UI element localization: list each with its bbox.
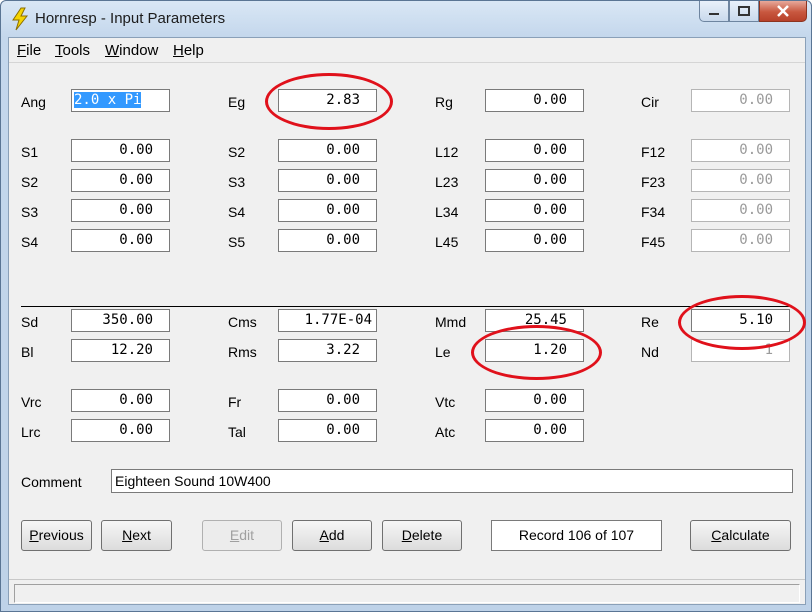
minimize-icon (709, 13, 719, 15)
sd-field[interactable]: 350.00 (71, 309, 170, 332)
window-title: Hornresp - Input Parameters (35, 10, 226, 27)
comment-field[interactable]: Eighteen Sound 10W400 (111, 469, 793, 493)
window-controls (699, 1, 807, 23)
l45-field[interactable]: 0.00 (485, 229, 584, 252)
s1-field[interactable]: 0.00 (71, 139, 170, 162)
ang-field[interactable]: 2.0 x Pi (71, 89, 170, 112)
status-bar (9, 579, 805, 604)
close-button[interactable] (759, 1, 807, 22)
f23-field: 0.00 (691, 169, 790, 192)
label-lrc: Lrc (21, 424, 41, 440)
main-window: Hornresp - Input Parameters File Tools W… (0, 0, 812, 612)
f34-field: 0.00 (691, 199, 790, 222)
l12-field[interactable]: 0.00 (485, 139, 584, 162)
highlight-circle-eg (265, 73, 393, 130)
label-l34: L34 (435, 204, 459, 220)
label-ang: Ang (21, 94, 46, 110)
menu-bar: File Tools Window Help (9, 38, 805, 62)
s3-col2-field[interactable]: 0.00 (278, 169, 377, 192)
label-re: Re (641, 314, 659, 330)
section-divider (21, 306, 793, 307)
maximize-button[interactable] (729, 1, 759, 22)
s4-field[interactable]: 0.00 (71, 229, 170, 252)
vtc-field[interactable]: 0.00 (485, 389, 584, 412)
label-f12: F12 (641, 144, 666, 160)
previous-button[interactable]: Previous (21, 520, 92, 551)
label-s3-col2: S3 (228, 174, 246, 190)
minimize-button[interactable] (699, 1, 729, 22)
add-button[interactable]: Add (292, 520, 372, 551)
label-s2: S2 (21, 174, 39, 190)
label-s4-col2: S4 (228, 204, 246, 220)
label-f23: F23 (641, 174, 666, 190)
label-cir: Cir (641, 94, 659, 110)
label-sd: Sd (21, 314, 39, 330)
menu-file[interactable]: File (17, 42, 41, 59)
label-le: Le (435, 344, 451, 360)
label-f34: F34 (641, 204, 666, 220)
cms-field[interactable]: 1.77E-04 (278, 309, 377, 332)
atc-field[interactable]: 0.00 (485, 419, 584, 442)
next-button[interactable]: Next (101, 520, 172, 551)
label-nd: Nd (641, 344, 659, 360)
label-s1: S1 (21, 144, 39, 160)
label-cms: Cms (228, 314, 257, 330)
menu-tools[interactable]: Tools (55, 42, 90, 59)
s5-field[interactable]: 0.00 (278, 229, 377, 252)
status-pane (14, 584, 800, 603)
label-tal: Tal (228, 424, 246, 440)
f45-field: 0.00 (691, 229, 790, 252)
s3-field[interactable]: 0.00 (71, 199, 170, 222)
highlight-circle-le (471, 325, 602, 380)
calculate-button[interactable]: Calculate (690, 520, 791, 551)
label-atc: Atc (435, 424, 456, 440)
vrc-field[interactable]: 0.00 (71, 389, 170, 412)
s4-col2-field[interactable]: 0.00 (278, 199, 377, 222)
label-s4: S4 (21, 234, 39, 250)
f12-field: 0.00 (691, 139, 790, 162)
label-l12: L12 (435, 144, 459, 160)
parameters-panel: Ang 2.0 x Pi Eg 2.83 Rg 0.00 Cir 0.00 S1… (9, 62, 806, 579)
tal-field[interactable]: 0.00 (278, 419, 377, 442)
label-l45: L45 (435, 234, 459, 250)
fr-field[interactable]: 0.00 (278, 389, 377, 412)
label-bl: Bl (21, 344, 34, 360)
maximize-icon (738, 6, 750, 16)
label-mmd: Mmd (435, 314, 467, 330)
l23-field[interactable]: 0.00 (485, 169, 584, 192)
label-l23: L23 (435, 174, 459, 190)
rg-field[interactable]: 0.00 (485, 89, 584, 112)
menu-help[interactable]: Help (173, 42, 204, 59)
label-f45: F45 (641, 234, 666, 250)
cir-field: 0.00 (691, 89, 790, 112)
record-indicator: Record 106 of 107 (491, 520, 662, 551)
lightning-icon (12, 7, 29, 31)
rms-field[interactable]: 3.22 (278, 339, 377, 362)
label-fr: Fr (228, 394, 242, 410)
s2-field[interactable]: 0.00 (71, 169, 170, 192)
l34-field[interactable]: 0.00 (485, 199, 584, 222)
label-rms: Rms (228, 344, 257, 360)
label-s5: S5 (228, 234, 246, 250)
menu-window[interactable]: Window (105, 42, 158, 59)
label-s2-col2: S2 (228, 144, 246, 160)
label-eg: Eg (228, 94, 246, 110)
label-vtc: Vtc (435, 394, 456, 410)
label-rg: Rg (435, 94, 453, 110)
label-s3: S3 (21, 204, 39, 220)
delete-button[interactable]: Delete (382, 520, 462, 551)
close-icon (777, 5, 789, 17)
label-comment: Comment (21, 474, 82, 490)
bl-field[interactable]: 12.20 (71, 339, 170, 362)
s2-col2-field[interactable]: 0.00 (278, 139, 377, 162)
edit-button[interactable]: Edit (202, 520, 282, 551)
label-vrc: Vrc (21, 394, 42, 410)
title-bar[interactable]: Hornresp - Input Parameters (1, 1, 811, 37)
highlight-circle-re (678, 295, 806, 350)
lrc-field[interactable]: 0.00 (71, 419, 170, 442)
client-area: File Tools Window Help Ang 2.0 x Pi Eg 2… (8, 37, 806, 605)
